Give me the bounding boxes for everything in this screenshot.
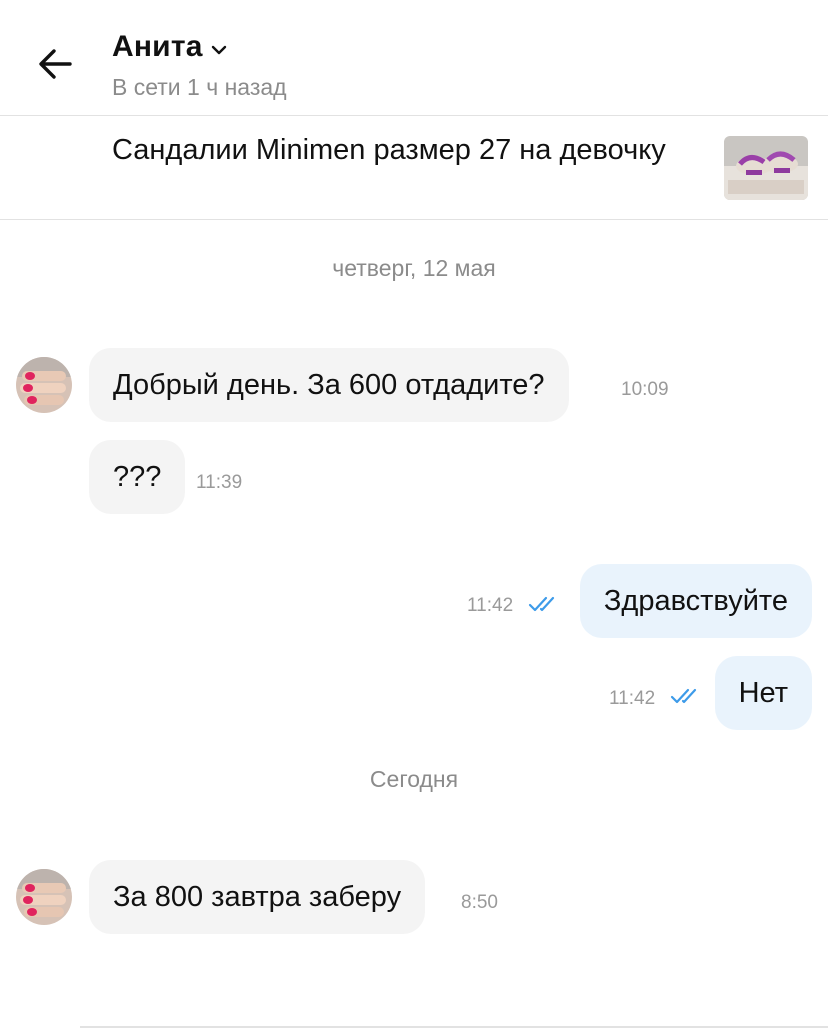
listing-thumbnail[interactable] bbox=[724, 136, 808, 200]
double-check-icon bbox=[670, 688, 697, 704]
contact-status: В сети 1 ч назад bbox=[112, 74, 287, 100]
message-time: 10:09 bbox=[621, 379, 669, 400]
message-time: 11:42 bbox=[467, 595, 514, 616]
listing-banner[interactable]: Сандалии Minimen размер 27 на девочку bbox=[0, 116, 828, 220]
message-bubble-outgoing[interactable]: Здравствуйте bbox=[579, 564, 812, 638]
avatar[interactable] bbox=[16, 869, 72, 925]
date-separator: Сегодня bbox=[369, 766, 459, 792]
contact-name[interactable]: Анита bbox=[112, 30, 203, 64]
listing-title[interactable]: Сандалии Minimen размер 27 на девочку bbox=[112, 130, 672, 170]
avatar[interactable] bbox=[16, 357, 72, 413]
divider bbox=[80, 1026, 828, 1028]
message-bubble-incoming[interactable]: ??? bbox=[89, 440, 186, 514]
message-time: 11:42 bbox=[609, 688, 656, 709]
message-bubble-incoming[interactable]: За 800 завтра заберу bbox=[89, 860, 426, 934]
message-bubble-outgoing[interactable]: Нет bbox=[714, 656, 812, 730]
message-time: 11:39 bbox=[196, 472, 243, 493]
message-bubble-incoming[interactable]: Добрый день. За 600 отдадите? bbox=[89, 348, 569, 422]
arrow-left-icon[interactable] bbox=[34, 42, 78, 86]
double-check-icon bbox=[528, 596, 555, 612]
date-separator: четверг, 12 мая bbox=[332, 255, 496, 281]
message-time: 8:50 bbox=[461, 892, 498, 913]
chat-header: Анита В сети 1 ч назад bbox=[0, 0, 828, 116]
chevron-down-icon[interactable] bbox=[208, 42, 230, 58]
